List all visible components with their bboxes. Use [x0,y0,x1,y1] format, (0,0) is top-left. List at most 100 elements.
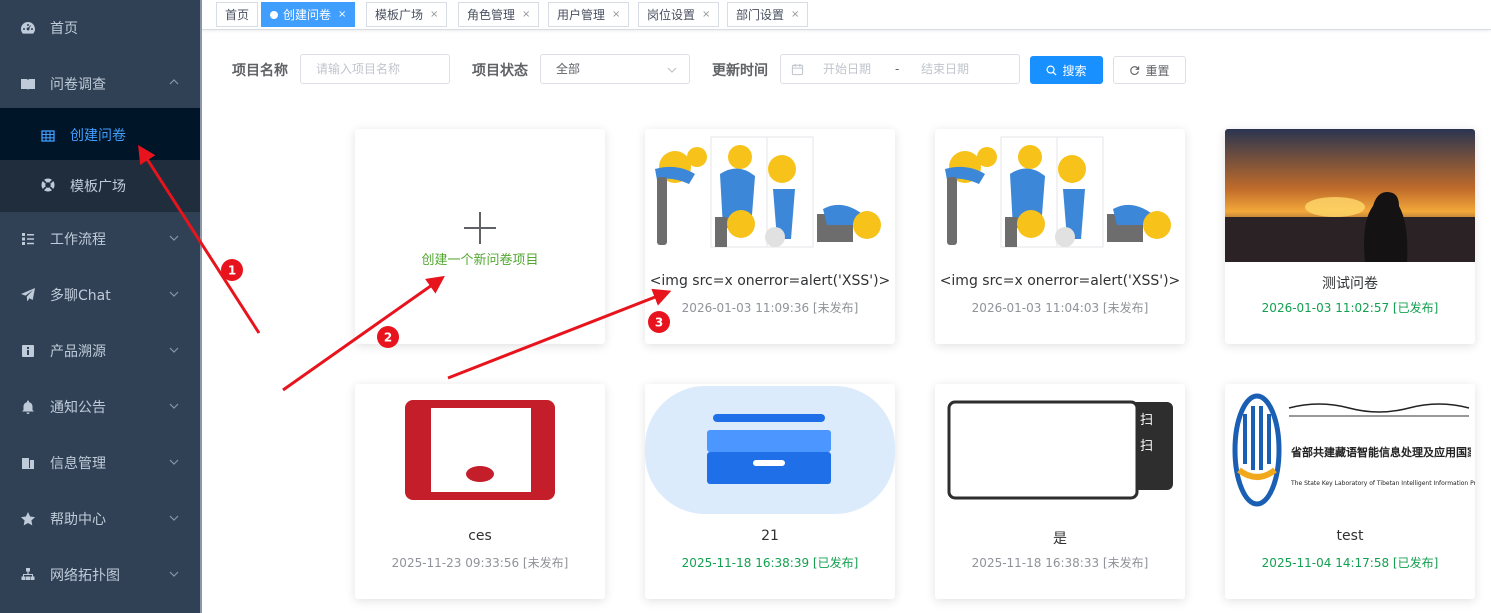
close-icon[interactable]: × [338,9,346,20]
tag-label: 部门设置 [736,8,785,22]
survey-card[interactable]: 测试问卷 2026-01-03 11:02:57 [已发布] [1225,129,1475,344]
sidebar-divider [200,0,202,613]
sidebar-item-label: 模板广场 [70,179,126,195]
survey-card[interactable]: 扫 扫 是 2025-11-18 16:38:33 [未发布] [935,384,1185,599]
survey-thumbnail: 省部共建藏语智能信息处理及应用国家重点实验室 The State Key Lab… [1225,384,1475,517]
sidebar-item-template-square[interactable]: 模板广场 [0,160,200,212]
red-frame-image [355,384,605,517]
close-icon[interactable]: × [702,9,710,20]
search-button[interactable]: 搜索 [1030,56,1103,84]
scan-label: 扫 [1140,439,1154,454]
survey-card[interactable]: 21 2025-11-18 16:38:39 [已发布] [645,384,895,599]
sidebar-item-chat[interactable]: 多聊Chat [0,268,200,324]
svg-text:1: 1 [228,264,236,278]
sidebar-item-label: 问卷调查 [50,77,106,93]
emoji-bowing-image [935,129,1185,262]
sidebar-item-label: 产品溯源 [50,344,106,360]
tag-home[interactable]: 首页 [216,2,259,27]
reset-button-label: 重置 [1145,63,1170,78]
sitemap-icon [21,568,35,580]
chevron-down-icon [169,571,179,577]
sidebar-item-workflow[interactable]: 工作流程 [0,212,200,268]
close-icon[interactable]: × [612,9,620,20]
search-icon [1046,65,1057,76]
chevron-down-icon [169,235,179,241]
survey-title: <img src=x onerror=alert('XSS')> [649,273,891,289]
sidebar-item-label: 创建问卷 [70,128,126,144]
tag-label: 首页 [225,8,250,22]
tag-label: 用户管理 [557,8,606,22]
survey-title: <img src=x onerror=alert('XSS')> [939,273,1181,289]
lifebuoy-icon [41,178,55,192]
chevron-down-icon [169,403,179,409]
survey-card[interactable]: <img src=x onerror=alert('XSS')> 2026-01… [935,129,1185,344]
project-name-label: 项目名称 [232,63,288,79]
project-status-label: 项目状态 [472,63,528,79]
survey-thumbnail [1225,129,1475,262]
chevron-down-icon [169,291,179,297]
close-icon[interactable]: × [430,9,438,20]
tag-post-settings[interactable]: 岗位设置 × [638,2,720,27]
scan-label: 扫 [1140,413,1154,428]
sidebar-item-notice[interactable]: 通知公告 [0,380,200,436]
project-name-placeholder: 请输入项目名称 [316,62,401,76]
survey-meta: 2025-11-18 16:38:33 [未发布] [971,556,1149,570]
sidebar-item-label: 信息管理 [50,456,106,472]
reset-button[interactable]: 重置 [1113,56,1186,84]
sidebar-item-survey[interactable]: 问卷调查 [0,56,200,112]
star-icon [21,512,35,526]
survey-card[interactable]: ces 2025-11-23 09:33:56 [未发布] [355,384,605,599]
bell-icon [22,400,34,414]
survey-title: 是 [1053,531,1067,547]
project-status-value: 全部 [556,62,581,76]
survey-thumbnail [645,129,895,262]
close-icon[interactable]: × [791,9,799,20]
tag-label: 角色管理 [467,8,516,22]
survey-card[interactable]: <img src=x onerror=alert('XSS')> 2026-01… [645,129,895,344]
date-range-separator: - [895,62,900,76]
sidebar-item-label: 工作流程 [50,232,106,248]
survey-card[interactable]: 省部共建藏语智能信息处理及应用国家重点实验室 The State Key Lab… [1225,384,1475,599]
refresh-icon [1130,65,1140,75]
sidebar-item-network-topology[interactable]: 网络拓扑图 [0,548,200,604]
chevron-down-icon [169,459,179,465]
survey-thumbnail [355,384,605,517]
tag-create-survey[interactable]: 创建问卷 × [261,2,356,27]
end-date-placeholder[interactable]: 结束日期 [921,55,969,83]
survey-meta: 2026-01-03 11:09:36 [未发布] [681,301,859,315]
sidebar-item-home[interactable]: 首页 [0,0,200,56]
sidebar-item-product-trace[interactable]: 产品溯源 [0,324,200,380]
survey-thumbnail [935,129,1185,262]
close-icon[interactable]: × [522,9,530,20]
tags-view-bar: 首页 创建问卷 × 模板广场 × 角色管理 × 用户管理 × 岗位设置 × 部门… [202,0,1491,30]
date-range-picker[interactable]: 开始日期 - 结束日期 [780,54,1020,84]
info-box-icon [22,345,34,357]
search-button-label: 搜索 [1062,63,1087,78]
tag-label: 岗位设置 [647,8,696,22]
sidebar-item-help[interactable]: 帮助中心 [0,492,200,548]
project-name-input[interactable]: 请输入项目名称 [300,54,450,84]
book-icon [21,79,35,90]
tag-role-manage[interactable]: 角色管理 × [458,2,540,27]
sidebar-item-label: 帮助中心 [50,512,106,528]
project-status-select[interactable]: 全部 [540,54,690,84]
sidebar-item-label: 通知公告 [50,400,106,416]
tag-template-square[interactable]: 模板广场 × [366,2,448,27]
create-survey-card[interactable]: 创建一个新问卷项目 [355,129,605,344]
survey-meta: 2025-11-04 14:17:58 [已发布] [1261,556,1439,570]
paper-plane-icon [21,288,35,302]
sidebar-item-label: 首页 [50,21,78,37]
tag-user-manage[interactable]: 用户管理 × [548,2,630,27]
start-date-placeholder[interactable]: 开始日期 [823,55,871,83]
chevron-down-icon [169,515,179,521]
tag-label: 创建问卷 [283,8,332,22]
calendar-icon [791,63,804,76]
sidebar-item-info-manage[interactable]: 信息管理 [0,436,200,492]
annotation-badge-1: 1 [221,259,243,281]
lab-logo-subtitle: The State Key Laboratory of Tibetan Inte… [1291,480,1475,487]
active-dot-icon [270,10,278,19]
tag-dept-settings[interactable]: 部门设置 × [727,2,809,27]
sidebar-item-create-survey[interactable]: 创建问卷 [0,108,200,160]
emoji-bowing-image [645,129,895,262]
chevron-up-icon [169,79,179,85]
